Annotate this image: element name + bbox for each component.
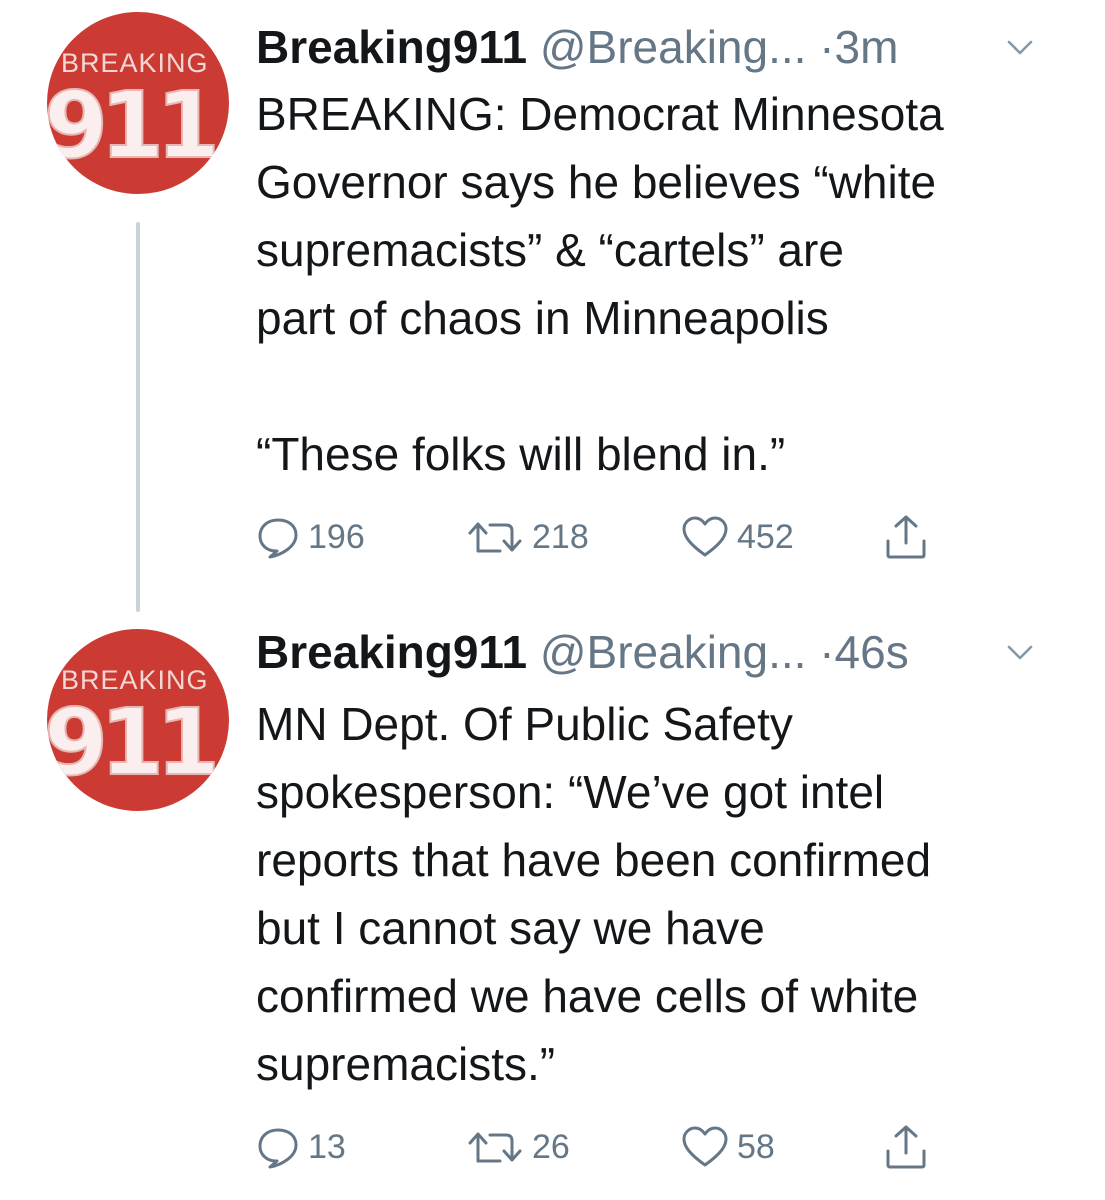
retweet-icon xyxy=(468,1132,522,1163)
tweet-text: MN Dept. Of Public Safety spokesperson: … xyxy=(256,698,932,1090)
separator-dot: · xyxy=(819,21,835,73)
reply-count: 196 xyxy=(308,517,365,556)
username-handle[interactable]: @Breaking... xyxy=(540,21,807,73)
tweet-actions: 196 218 452 xyxy=(256,507,976,567)
retweet-count: 218 xyxy=(532,517,589,556)
heart-icon xyxy=(682,1126,728,1167)
tweet[interactable]: BREAKING 911 Breaking911 @Breaking... ·4… xyxy=(0,612,1105,1200)
avatar-number: 911 xyxy=(47,689,214,796)
heart-icon xyxy=(682,516,728,557)
reply-icon xyxy=(258,1128,298,1169)
share-icon xyxy=(886,515,926,559)
username-handle[interactable]: @Breaking... xyxy=(540,626,807,678)
timestamp[interactable]: 3m xyxy=(835,21,899,73)
retweet-button[interactable]: 26 xyxy=(466,1117,570,1177)
share-icon xyxy=(886,1125,926,1169)
like-count: 58 xyxy=(737,1127,775,1166)
share-button[interactable] xyxy=(884,507,928,567)
reply-button[interactable]: 196 xyxy=(256,507,365,567)
like-count: 452 xyxy=(737,517,794,556)
display-name[interactable]: Breaking911 xyxy=(256,21,527,73)
retweet-icon xyxy=(468,522,522,553)
separator-dot: · xyxy=(819,626,835,678)
avatar[interactable]: BREAKING 911 xyxy=(47,629,229,811)
thread-connector-line xyxy=(136,222,140,612)
tweet[interactable]: BREAKING 911 Breaking911 @Breaking... ·3… xyxy=(0,0,1105,612)
like-button[interactable]: 58 xyxy=(681,1117,775,1177)
avatar-number: 911 xyxy=(47,72,214,179)
display-name[interactable]: Breaking911 xyxy=(256,626,527,678)
retweet-count: 26 xyxy=(532,1127,570,1166)
chevron-down-icon[interactable] xyxy=(1003,636,1037,670)
tweet-actions: 13 26 58 xyxy=(256,1117,976,1177)
like-button[interactable]: 452 xyxy=(681,507,794,567)
avatar[interactable]: BREAKING 911 xyxy=(47,12,229,194)
tweet-text: BREAKING: Democrat Minnesota Governor sa… xyxy=(256,88,944,480)
share-button[interactable] xyxy=(884,1117,928,1177)
tweet-header: Breaking911 @Breaking... ·46s xyxy=(256,622,1075,682)
tweet-header: Breaking911 @Breaking... ·3m xyxy=(256,17,1075,77)
reply-count: 13 xyxy=(308,1127,346,1166)
reply-icon xyxy=(258,518,298,559)
reply-button[interactable]: 13 xyxy=(256,1117,346,1177)
retweet-button[interactable]: 218 xyxy=(466,507,589,567)
chevron-down-icon[interactable] xyxy=(1003,31,1037,65)
timestamp[interactable]: 46s xyxy=(835,626,909,678)
